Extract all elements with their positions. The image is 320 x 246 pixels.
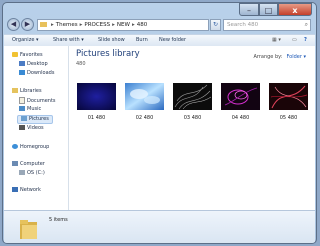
- image-thumbnail-icon: [125, 83, 164, 110]
- burn-button[interactable]: Burn: [136, 35, 148, 46]
- arrange-by: Arrange by: Folder ▾: [253, 54, 306, 60]
- forward-button[interactable]: ▶: [21, 18, 34, 31]
- nav-label: Videos: [27, 125, 44, 131]
- preview-pane-icon[interactable]: ▭: [292, 35, 297, 46]
- computer-icon: [12, 161, 18, 166]
- file-name: 03 480: [183, 115, 202, 121]
- image-thumbnail-icon: [77, 83, 116, 110]
- breadcrumb-new[interactable]: NEW: [117, 22, 130, 28]
- file-name: 05 480: [279, 115, 298, 121]
- file-name: 02 480: [135, 115, 154, 121]
- navigation-pane: Favorites Desktop Downloads Libraries Do…: [4, 46, 69, 210]
- nav-label: Documents: [27, 98, 56, 104]
- network-icon: [12, 187, 18, 192]
- breadcrumb-separator: ▸: [131, 22, 135, 28]
- nav-favorites[interactable]: Favorites: [12, 52, 43, 59]
- breadcrumb-separator: ▸: [79, 22, 83, 28]
- file-name: 04 480: [231, 115, 250, 121]
- star-icon: [12, 52, 18, 57]
- nav-label: OS (C:): [27, 170, 45, 176]
- close-button[interactable]: x: [278, 3, 312, 16]
- explorer-window: – □ x ◀ ▶ ▸ Themes ▸ PROCESS ▸ NEW ▸ 480 ↻ Sear…: [2, 2, 317, 244]
- item-count: 5 items: [49, 217, 68, 223]
- nav-desktop[interactable]: Desktop: [19, 61, 48, 68]
- nav-label: Computer: [20, 161, 45, 167]
- forward-arrow-icon: ▶: [24, 20, 31, 28]
- back-arrow-icon: ◀: [10, 20, 17, 28]
- image-thumbnail-icon: [173, 83, 212, 110]
- nav-documents[interactable]: Documents: [19, 97, 56, 105]
- nav-videos[interactable]: Videos: [19, 125, 44, 132]
- file-thumbnail[interactable]: [173, 83, 212, 110]
- breadcrumb-separator: ▸: [112, 22, 115, 28]
- help-icon[interactable]: ?: [304, 35, 307, 46]
- arrange-by-dropdown[interactable]: Folder ▾: [286, 54, 306, 60]
- refresh-button[interactable]: ↻: [210, 19, 221, 31]
- breadcrumb-process[interactable]: PROCESS: [84, 22, 110, 28]
- image-thumbnail-icon: [221, 83, 260, 110]
- nav-label: Music: [27, 106, 42, 112]
- organize-button[interactable]: Organize ▾: [12, 35, 39, 46]
- search-icon: ⌕: [304, 21, 308, 28]
- file-thumbnail[interactable]: [221, 83, 260, 110]
- maximize-button[interactable]: □: [259, 3, 278, 16]
- nav-pictures[interactable]: Pictures: [17, 115, 53, 124]
- nav-label: Downloads: [27, 70, 55, 76]
- search-input[interactable]: Search 480 ⌕: [223, 19, 311, 31]
- libraries-icon: [12, 88, 18, 93]
- file-view: Pictures library 480 Arrange by: Folder ▾: [69, 46, 315, 210]
- back-button[interactable]: ◀: [7, 18, 20, 31]
- drive-icon: [19, 170, 25, 175]
- documents-icon: [19, 97, 25, 104]
- details-pane: 5 items: [4, 210, 315, 243]
- nav-computer[interactable]: Computer: [12, 161, 45, 168]
- library-subtitle: 480: [76, 61, 86, 67]
- nav-label: Network: [20, 187, 41, 193]
- library-title: Pictures library: [76, 49, 140, 59]
- pictures-icon: [21, 116, 27, 121]
- folder-icon: [40, 22, 47, 27]
- file-name: 01 480: [87, 115, 106, 121]
- music-icon: [19, 106, 25, 111]
- content-area: Favorites Desktop Downloads Libraries Do…: [4, 46, 315, 210]
- minimize-button[interactable]: –: [239, 3, 259, 16]
- file-thumbnail[interactable]: [77, 83, 116, 110]
- breadcrumb-themes[interactable]: Themes: [56, 22, 78, 28]
- nav-label: Pictures: [29, 116, 49, 122]
- nav-network[interactable]: Network: [12, 187, 41, 194]
- address-row: ◀ ▶ ▸ Themes ▸ PROCESS ▸ NEW ▸ 480 ↻ Search 480…: [7, 18, 313, 32]
- file-thumbnail[interactable]: [125, 83, 164, 110]
- nav-label: Favorites: [20, 52, 43, 58]
- arrange-by-label: Arrange by:: [253, 54, 283, 60]
- homegroup-icon: [12, 144, 18, 149]
- nav-homegroup[interactable]: Homegroup: [12, 144, 49, 151]
- slide-show-button[interactable]: Slide show: [98, 35, 125, 46]
- image-thumbnail-icon: [269, 83, 308, 110]
- downloads-icon: [19, 70, 25, 75]
- folder-icon: [20, 220, 37, 239]
- nav-music[interactable]: Music: [19, 106, 41, 113]
- breadcrumb-480[interactable]: 480: [137, 22, 148, 28]
- search-placeholder: Search 480: [227, 22, 259, 28]
- view-options-icon[interactable]: ▦ ▾: [272, 35, 281, 46]
- new-folder-button[interactable]: New folder: [159, 35, 186, 46]
- nav-label: Libraries: [20, 88, 42, 94]
- nav-label: Homegroup: [20, 144, 50, 150]
- nav-downloads[interactable]: Downloads: [19, 70, 54, 77]
- share-with-button[interactable]: Share with ▾: [53, 35, 84, 46]
- window-controls: – □ x: [239, 3, 312, 16]
- title-bar: – □ x: [3, 3, 316, 19]
- videos-icon: [19, 125, 25, 130]
- desktop-icon: [19, 61, 25, 66]
- refresh-icon: ↻: [212, 21, 219, 28]
- file-thumbnail[interactable]: [269, 83, 308, 110]
- nav-libraries[interactable]: Libraries: [12, 88, 42, 95]
- nav-os-c[interactable]: OS (C:): [19, 170, 45, 177]
- address-bar[interactable]: ▸ Themes ▸ PROCESS ▸ NEW ▸ 480: [37, 19, 209, 31]
- nav-label: Desktop: [27, 61, 48, 67]
- breadcrumb-separator: ▸: [51, 22, 54, 28]
